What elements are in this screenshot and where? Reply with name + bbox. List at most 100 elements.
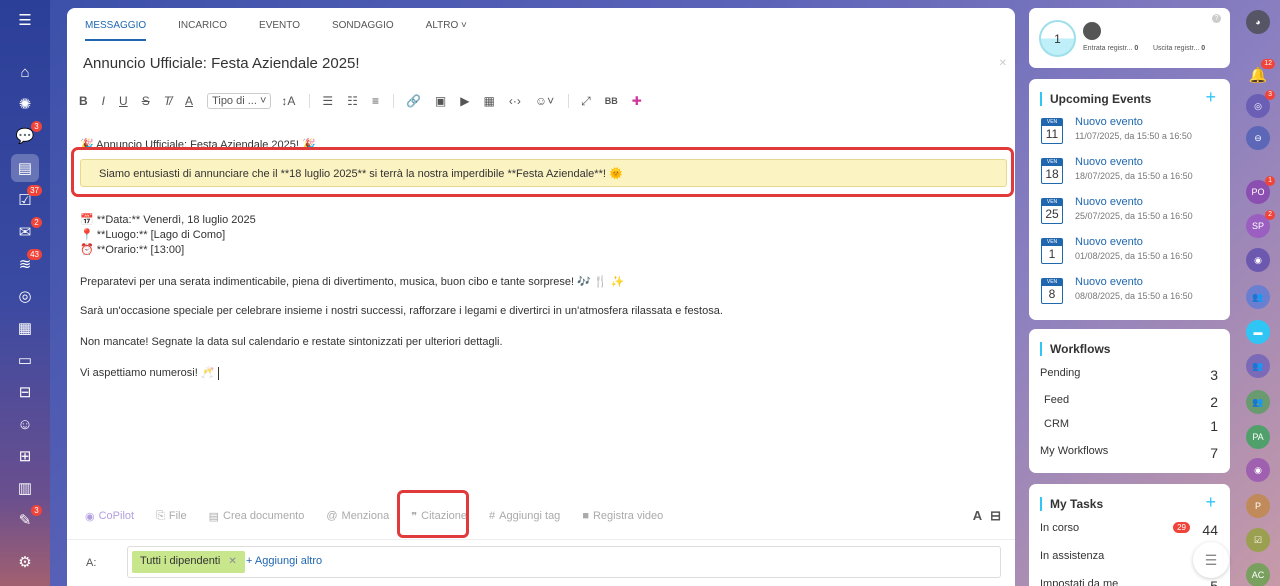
tab-evento[interactable]: EVENTO: [259, 20, 300, 41]
file-button[interactable]: ⎘ File: [156, 510, 187, 523]
set-by-me-label: Impostati da me: [1040, 578, 1119, 586]
mail-icon[interactable]: ✉ 2: [15, 217, 42, 242]
sign-icon[interactable]: ✎ 3: [15, 505, 42, 530]
user-avatar-rail[interactable]: ◕: [1246, 10, 1270, 34]
table-icon[interactable]: ▦: [483, 94, 494, 108]
recipients-field[interactable]: Tutti i dipendenti ✕ + Aggiungi altro: [127, 546, 1001, 578]
people-icon[interactable]: ☺: [15, 414, 35, 434]
home-icon[interactable]: ⌂: [15, 62, 35, 82]
feed-label: Feed: [1044, 394, 1070, 406]
work-day-circle[interactable]: 1: [1039, 20, 1076, 57]
event-name[interactable]: Nuovo evento: [1075, 276, 1143, 288]
add-event-icon[interactable]: +: [1205, 87, 1216, 108]
event-item[interactable]: VEN 1 Nuovo evento 01/08/2025, da 15:50 a…: [1041, 236, 1226, 270]
emoji-icon[interactable]: ☺˅: [535, 94, 554, 108]
tasks-icon[interactable]: ☑ 37: [15, 185, 42, 210]
clear-format-icon[interactable]: T̸: [164, 94, 171, 108]
event-item[interactable]: VEN 8 Nuovo evento 08/08/2025, da 15:50 a…: [1041, 276, 1226, 310]
search-chat-icon[interactable]: ⊖: [1246, 126, 1270, 150]
image-icon[interactable]: ▣: [435, 94, 446, 108]
recipient-chip[interactable]: Tutti i dipendenti ✕: [132, 551, 245, 573]
remove-chip-icon[interactable]: ✕: [228, 556, 236, 567]
avatar-po[interactable]: PO 1: [1246, 176, 1275, 204]
create-document-button[interactable]: ▤ Crea documento: [209, 510, 305, 523]
tab-messaggio[interactable]: MESSAGGIO: [85, 20, 147, 41]
align-icon[interactable]: ≡: [372, 94, 379, 108]
add-task-icon[interactable]: +: [1205, 492, 1216, 513]
my-workflows-row[interactable]: My Workflows 7: [1040, 445, 1218, 461]
tab-altro[interactable]: ALTRO ˅: [426, 20, 467, 41]
numbered-list-icon[interactable]: ☰: [322, 94, 333, 108]
bold-icon[interactable]: B: [79, 94, 88, 108]
style-select[interactable]: Tipo di ... ˅: [207, 93, 272, 109]
menu-fab[interactable]: ☰: [1193, 542, 1229, 578]
task-chat-icon[interactable]: ☑: [1246, 528, 1270, 552]
video-icon[interactable]: ▶: [460, 94, 469, 108]
tab-sondaggio[interactable]: SONDAGGIO: [332, 20, 394, 41]
avatar-ac[interactable]: AC: [1246, 563, 1270, 586]
workflow-crm-row[interactable]: CRM 1: [1044, 418, 1218, 434]
group-avatar[interactable]: 👥: [1246, 354, 1270, 378]
text-format-icon[interactable]: A: [973, 508, 982, 524]
tasks-in-progress-row[interactable]: In corso 29 44: [1040, 522, 1218, 538]
mention-button[interactable]: @ Menziona: [326, 510, 389, 522]
avatar-sp[interactable]: SP 2: [1246, 210, 1275, 238]
feed-icon[interactable]: ▤: [11, 154, 39, 182]
strikethrough-icon[interactable]: S: [142, 94, 150, 108]
underline-icon[interactable]: U: [119, 94, 128, 108]
close-icon[interactable]: ✕: [999, 58, 1007, 69]
tasks-assist-row[interactable]: In assistenza: [1040, 550, 1218, 562]
fullscreen-icon[interactable]: ⤢: [581, 94, 591, 109]
font-size-icon[interactable]: ↕A: [281, 94, 295, 108]
record-video-button[interactable]: ■ Registra video: [582, 510, 663, 522]
code-icon[interactable]: ‹·›: [509, 94, 521, 108]
bell-icon[interactable]: 🔔 12: [1246, 59, 1275, 87]
settings-icon[interactable]: ⚙: [15, 552, 35, 572]
italic-icon[interactable]: I: [102, 94, 105, 108]
copilot-icon[interactable]: ✺: [15, 94, 35, 114]
tasks-set-by-me-row[interactable]: Impostati da me 5: [1040, 578, 1218, 586]
copilot-button[interactable]: ◉ CoPilot: [85, 510, 134, 523]
target-icon[interactable]: ◎: [15, 286, 35, 306]
workflow-feed-row[interactable]: Feed 2: [1044, 394, 1218, 410]
bullet-list-icon[interactable]: ☷: [347, 94, 358, 108]
post-title-input[interactable]: Annuncio Ufficiale: Festa Aziendale 2025…: [83, 55, 360, 72]
add-more-link[interactable]: + Aggiungi altro: [246, 555, 322, 567]
event-name[interactable]: Nuovo evento: [1075, 156, 1143, 168]
link-icon[interactable]: 🔗: [406, 94, 421, 108]
channel-icon[interactable]: ◉: [1246, 248, 1270, 272]
event-name[interactable]: Nuovo evento: [1075, 116, 1143, 128]
channel-icon[interactable]: ◉: [1246, 458, 1270, 482]
event-item[interactable]: VEN 25 Nuovo evento 25/07/2025, da 15:50 …: [1041, 196, 1226, 230]
event-name[interactable]: Nuovo evento: [1075, 196, 1143, 208]
pulse-icon[interactable]: ◎ 3: [1246, 90, 1275, 118]
event-name[interactable]: Nuovo evento: [1075, 236, 1143, 248]
telephony-icon[interactable]: ≋ 43: [15, 249, 42, 274]
menu-icon[interactable]: ☰: [15, 10, 35, 30]
add-tag-button[interactable]: # Aggiungi tag: [489, 510, 560, 522]
event-item[interactable]: VEN 18 Nuovo evento 18/07/2025, da 15:50 …: [1041, 156, 1226, 190]
workflow-pending-row[interactable]: Pending 3: [1040, 367, 1218, 383]
help-icon[interactable]: ?: [1212, 14, 1221, 23]
user-avatar[interactable]: [1083, 22, 1101, 40]
panel-toggle-icon[interactable]: ⊟: [990, 508, 1001, 524]
calendar-icon[interactable]: ▦: [15, 318, 35, 338]
text-color-icon[interactable]: A: [185, 94, 193, 108]
drive-icon[interactable]: ⊟: [15, 382, 35, 402]
avatar-pa[interactable]: PA: [1246, 425, 1270, 449]
style-select-value: Tipo di ...: [212, 95, 257, 107]
avatar-p[interactable]: P: [1246, 494, 1270, 518]
schedule-icon[interactable]: ▥: [15, 478, 35, 498]
hash-icon: #: [489, 510, 496, 522]
document-icon[interactable]: ▭: [15, 350, 35, 370]
chat-icon[interactable]: 💬 3: [15, 121, 42, 146]
chat-bubble-icon[interactable]: ▬: [1246, 320, 1270, 344]
ai-image-icon[interactable]: ✚: [632, 94, 642, 108]
record-video-label: Registra video: [592, 510, 664, 522]
group-avatar[interactable]: 👥: [1246, 390, 1270, 414]
tab-incarico[interactable]: INCARICO: [178, 20, 227, 41]
bbcode-icon[interactable]: BB: [605, 96, 618, 106]
board-icon[interactable]: ⊞: [15, 446, 35, 466]
event-item[interactable]: VEN 11 Nuovo evento 11/07/2025, da 15:50 …: [1041, 116, 1226, 150]
group-avatar[interactable]: 👥: [1246, 285, 1270, 309]
